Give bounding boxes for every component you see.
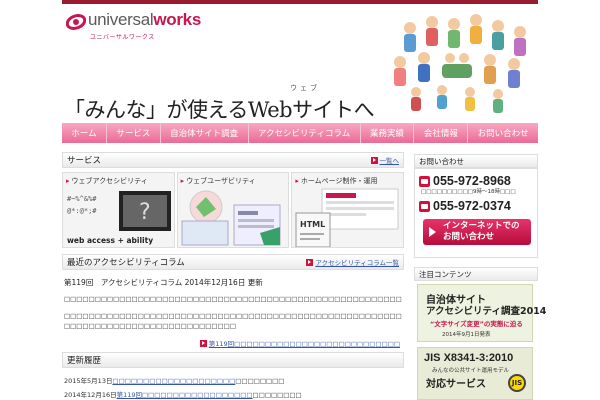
fax-number: 055-972-0374 xyxy=(433,199,511,213)
business-hours: □□□□□□□□□□9時～18時□□□ xyxy=(421,189,516,195)
phone-number: 055-972-8968 xyxy=(433,174,511,188)
top-accent-bar xyxy=(62,0,538,4)
service-card-label: ウェブアクセシビリティ xyxy=(66,176,148,186)
service-card-accessibility[interactable]: ウェブアクセシビリティ #~%^&%# @*:@*;# ? web access… xyxy=(62,172,175,248)
history-date: 2014年12月16日 xyxy=(64,391,117,399)
service-card-usability[interactable]: ウェブユーザビリティ xyxy=(176,172,290,248)
history-link[interactable]: □□□□□□□□□□□□□□□□□□□□ xyxy=(112,377,235,385)
nav-accessibility-column[interactable]: アクセシビリティコラム xyxy=(249,123,361,143)
phone-icon xyxy=(419,175,430,187)
svg-text:?: ? xyxy=(139,200,151,225)
column-paragraph-2b: □□□□□□□□□□□□□□□□□□□□□□□□□□□□ xyxy=(64,322,236,330)
arrow-right-icon xyxy=(199,339,207,347)
fax-icon xyxy=(419,200,430,212)
inquiry-button-line2: お問い合わせ xyxy=(443,232,495,242)
svg-text:#~%^&%#: #~%^&%# xyxy=(67,195,97,203)
logo-swirl-icon xyxy=(66,14,86,30)
arrow-right-icon xyxy=(306,258,314,266)
history-heading: 更新履歴 xyxy=(67,356,102,366)
contact-header: お問い合わせ xyxy=(414,154,538,168)
banner-line: “文字サイズ変更”の実態に迫る xyxy=(430,320,523,328)
banner-line: JIS X8341-3:2010 xyxy=(424,352,514,364)
card-art-text: web access + ability xyxy=(67,236,153,245)
service-card-web-production[interactable]: ホームページ制作・運用 HTML xyxy=(291,172,405,248)
nav-services[interactable]: サービス xyxy=(107,123,161,143)
service-card-label: ホームページ制作・運用 xyxy=(295,176,378,186)
services-heading: サービス xyxy=(67,156,102,166)
jis-service-banner[interactable]: JIS X8341-3:2010 みんなの公共サイト運用モデル 対応サービス J… xyxy=(417,347,533,400)
nav-company-info[interactable]: 会社情報 xyxy=(414,123,469,143)
banner-line: 対応サービス xyxy=(426,379,486,390)
column-paragraph-1: □□□□□□□□□□□□□□□□□□□□□□□□□□□□□□□□□□□□□□□□… xyxy=(64,295,402,303)
hero-ruby: ウェブ xyxy=(290,84,320,92)
nav-home[interactable]: ホーム xyxy=(62,123,108,143)
web-production-illustration: HTML xyxy=(295,188,399,247)
history-item: 2015年5月13日□□□□□□□□□□□□□□□□□□□□□□□□□□□□ xyxy=(64,375,284,385)
services-header: サービス 一覧へ xyxy=(62,152,404,168)
logo-kana: ユニバーサルワークス xyxy=(90,34,155,41)
svg-text:HTML: HTML xyxy=(300,220,325,229)
column-list-link[interactable]: アクセシビリティコラム一覧 xyxy=(306,257,399,267)
banner-line: アクセシビリティ調査2014 xyxy=(426,306,547,317)
hero-title: 「みんな」が使えるWebサイトへ xyxy=(64,98,375,122)
column-heading: 最近のアクセシビリティコラム xyxy=(67,258,185,268)
phone-row: 055-972-8968 xyxy=(419,174,511,188)
banner-line: みんなの公共サイト運用モデル xyxy=(432,368,510,374)
history-rest: □□□□□□□□ xyxy=(252,391,302,399)
jis-mark-icon: JIS xyxy=(508,374,526,392)
featured-header: 注目コンテンツ xyxy=(414,267,538,281)
service-cards: ウェブアクセシビリティ #~%^&%# @*:@*;# ? web access… xyxy=(62,172,405,248)
column-paragraph-2a: □□□□□□□□□□□□□□□□□□□□□□□□□□□□□□□□□□□□□□□□… xyxy=(64,312,402,320)
logo-wordmark: universalworks xyxy=(88,10,201,29)
svg-text:@*:@*;#: @*:@*;# xyxy=(67,207,97,215)
online-inquiry-button[interactable]: インターネットでの お問い合わせ xyxy=(423,219,531,245)
nav-municipal-survey[interactable]: 自治体サイト調査 xyxy=(161,123,249,143)
global-nav: ホーム サービス 自治体サイト調査 アクセシビリティコラム 業務実績 会社情報 … xyxy=(62,123,538,143)
history-link[interactable]: 第119回□□□□□□□□□□□□□□□□□□ xyxy=(117,391,253,399)
column-more-link[interactable]: 第119回□□□□□□□□□□□□□□□□□□□□□□□□□□□ xyxy=(199,338,400,348)
nav-business-record[interactable]: 業務実績 xyxy=(361,123,415,143)
services-list-link[interactable]: 一覧へ xyxy=(370,155,399,165)
history-rest: □□□□□□□□ xyxy=(235,377,285,385)
nav-contact[interactable]: お問い合わせ xyxy=(468,123,538,143)
survey-2014-banner[interactable]: 自治体サイト アクセシビリティ調査2014 “文字サイズ変更”の実態に迫る 20… xyxy=(417,284,546,342)
inquiry-button-line1: インターネットでの xyxy=(443,221,520,231)
people-figures-illustration xyxy=(394,14,526,113)
history-item: 2014年12月16日第119回□□□□□□□□□□□□□□□□□□□□□□□□… xyxy=(64,389,302,399)
usability-screens-illustration xyxy=(181,190,281,246)
history-header: 更新履歴 xyxy=(62,352,404,368)
history-date: 2015年5月13日 xyxy=(64,377,113,385)
service-card-label: ウェブユーザビリティ xyxy=(181,176,255,186)
accessibility-monitor-illustration: #~%^&%# @*:@*;# ? web access + ability xyxy=(67,191,171,245)
column-header: 最近のアクセシビリティコラム アクセシビリティコラム一覧 xyxy=(62,254,404,270)
column-article-title: 第119回 アクセシビリティコラム 2014年12月16日 更新 xyxy=(64,278,263,287)
site-logo[interactable]: universalworks ユニバーサルワークス xyxy=(66,10,201,44)
arrow-right-icon xyxy=(370,156,378,164)
banner-date: 2014年9月1日発表 xyxy=(442,332,491,338)
fax-row: 055-972-0374 xyxy=(419,199,511,213)
contact-box: 055-972-8968 □□□□□□□□□□9時～18時□□□ 055-972… xyxy=(414,168,538,258)
